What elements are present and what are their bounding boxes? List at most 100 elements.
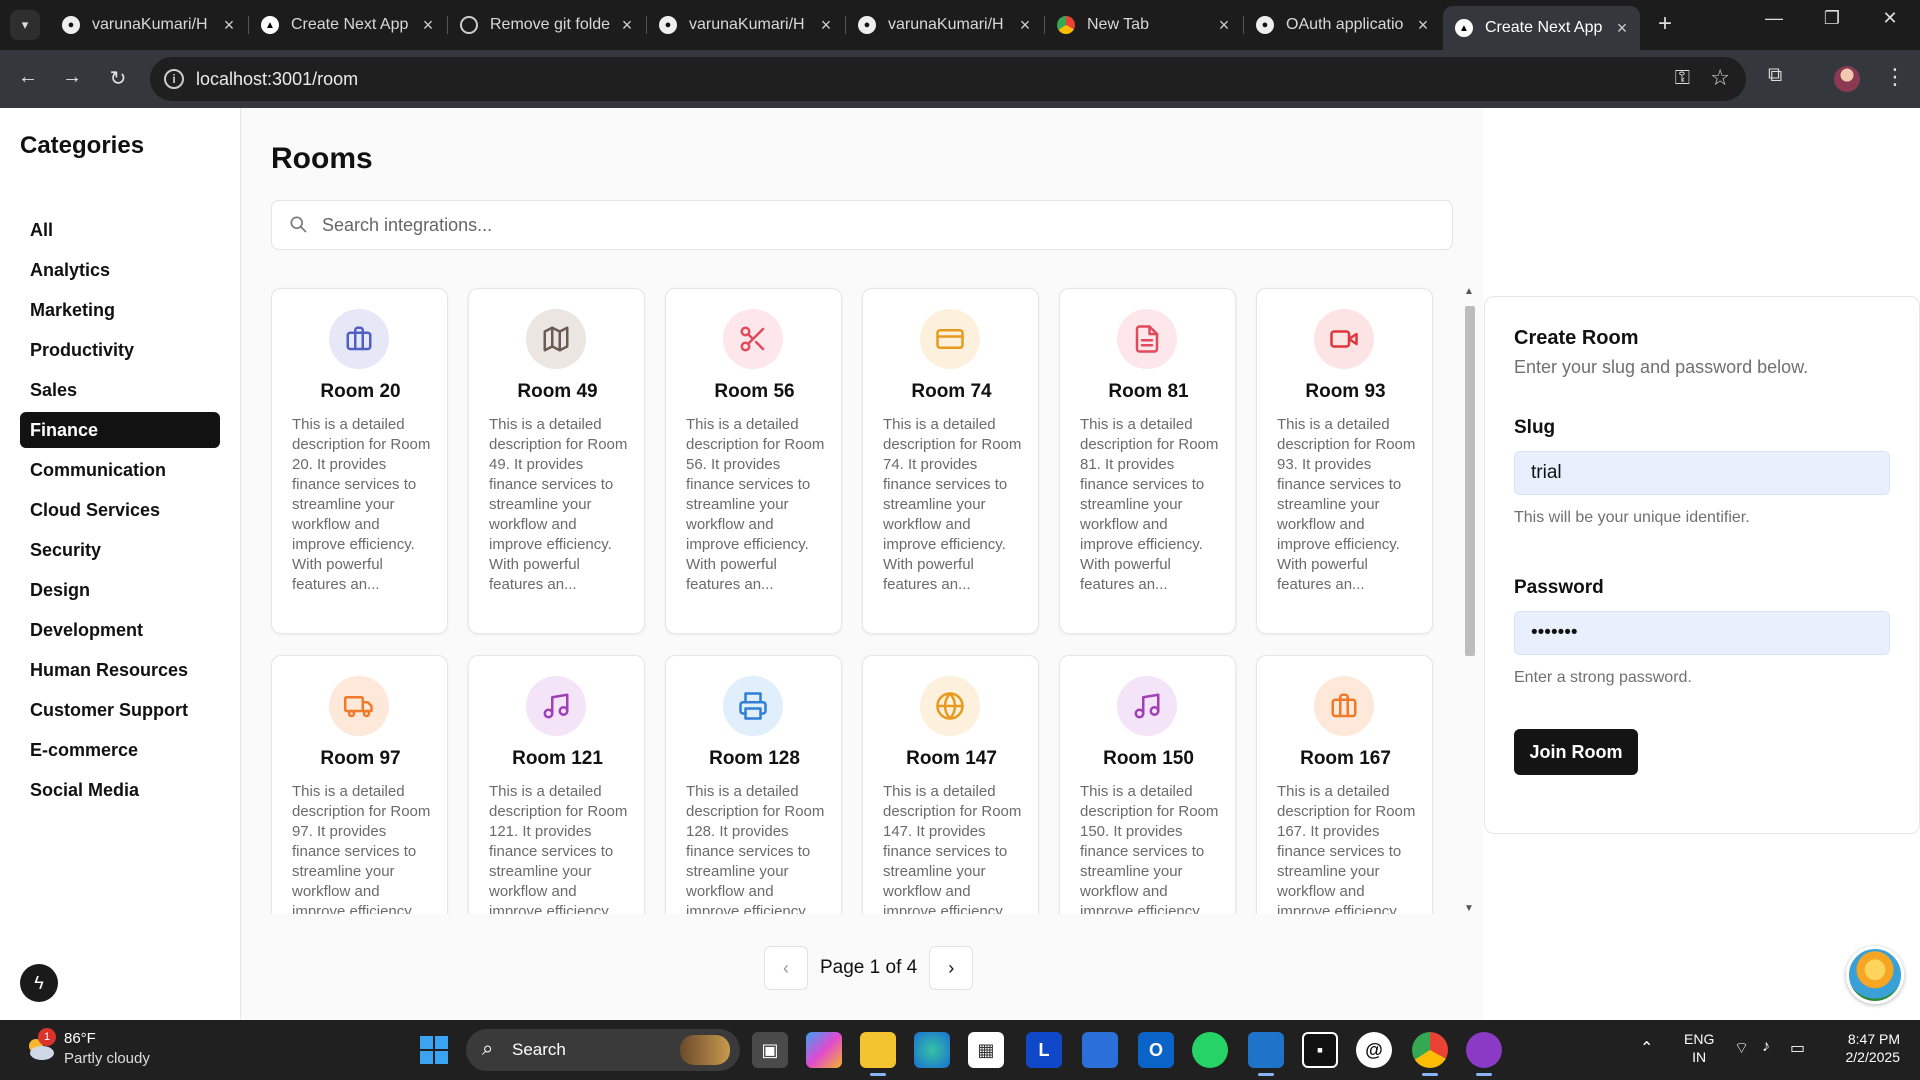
- scroll-down-icon[interactable]: ▼: [1464, 903, 1474, 914]
- task-view-icon[interactable]: ▣: [752, 1032, 788, 1068]
- bolt-icon[interactable]: ϟ: [20, 964, 58, 1002]
- room-card[interactable]: Room 56 This is a detailed description fo…: [665, 288, 842, 634]
- profile-avatar[interactable]: [1834, 66, 1860, 92]
- volume-icon[interactable]: ♪: [1762, 1038, 1770, 1056]
- threads-icon[interactable]: @: [1356, 1032, 1392, 1068]
- search-bar[interactable]: [271, 200, 1453, 250]
- app-l-icon[interactable]: L: [1026, 1032, 1062, 1068]
- floating-assistant-avatar[interactable]: [1846, 946, 1904, 1004]
- weather-condition[interactable]: Partly cloudy: [64, 1050, 150, 1067]
- whatsapp-icon[interactable]: [1192, 1032, 1228, 1068]
- sidebar-item-finance[interactable]: Finance: [20, 412, 220, 448]
- windows-start-icon[interactable]: [420, 1036, 448, 1064]
- scroll-thumb[interactable]: [1465, 306, 1475, 656]
- password-key-icon[interactable]: ⚿: [1675, 67, 1690, 90]
- map-icon: [543, 326, 569, 352]
- room-card[interactable]: Room 74 This is a detailed description fo…: [862, 288, 1039, 634]
- room-card[interactable]: Room 49 This is a detailed description fo…: [468, 288, 645, 634]
- forward-icon[interactable]: →: [58, 66, 86, 89]
- password-field[interactable]: [1514, 611, 1890, 655]
- room-card[interactable]: Room 121 This is a detailed description f…: [468, 655, 645, 914]
- tab-search-button[interactable]: ▾: [10, 10, 40, 40]
- sidebar-item-marketing[interactable]: Marketing: [20, 292, 220, 328]
- browser-tab[interactable]: ● varunaKumari/H ×: [50, 8, 247, 42]
- browser-tab[interactable]: ● OAuth applicatio ×: [1244, 8, 1441, 42]
- copilot-icon[interactable]: [806, 1032, 842, 1068]
- slug-field[interactable]: [1514, 451, 1890, 495]
- sidebar-item-design[interactable]: Design: [20, 572, 220, 608]
- close-tab-icon[interactable]: ×: [619, 15, 635, 36]
- address-bar[interactable]: i localhost:3001/room ⚿ ☆: [150, 57, 1746, 101]
- minimize-icon[interactable]: —: [1754, 8, 1794, 29]
- github-desktop-icon[interactable]: [1466, 1032, 1502, 1076]
- vscode-icon[interactable]: [1248, 1032, 1284, 1076]
- search-input[interactable]: [322, 211, 1422, 239]
- browser-tab[interactable]: ● varunaKumari/H ×: [647, 8, 844, 42]
- browser-tab[interactable]: ▲ Create Next App ×: [1443, 6, 1640, 50]
- battery-icon[interactable]: ▭: [1790, 1038, 1805, 1058]
- rooms-scrollbar[interactable]: ▲ ▼: [1462, 286, 1478, 914]
- close-tab-icon[interactable]: ×: [1216, 15, 1232, 36]
- file-explorer-icon[interactable]: [860, 1032, 896, 1076]
- taskbar-search[interactable]: ⌕ Search: [466, 1029, 740, 1071]
- sidebar-item-all[interactable]: All: [20, 212, 220, 248]
- sidebar-item-development[interactable]: Development: [20, 612, 220, 648]
- browser-tab[interactable]: Remove git folde ×: [448, 8, 645, 42]
- room-card[interactable]: Room 20 This is a detailed description fo…: [271, 288, 448, 634]
- prev-page-button[interactable]: ‹: [764, 946, 808, 990]
- room-card[interactable]: Room 93 This is a detailed description fo…: [1256, 288, 1433, 634]
- site-info-icon[interactable]: i: [164, 69, 184, 89]
- close-tab-icon[interactable]: ×: [420, 15, 436, 36]
- scroll-up-icon[interactable]: ▲: [1464, 286, 1474, 297]
- close-tab-icon[interactable]: ×: [1017, 15, 1033, 36]
- sidebar-item-analytics[interactable]: Analytics: [20, 252, 220, 288]
- sidebar-item-customer-support[interactable]: Customer Support: [20, 692, 220, 728]
- sidebar-item-social-media[interactable]: Social Media: [20, 772, 220, 808]
- sidebar-item-sales[interactable]: Sales: [20, 372, 220, 408]
- weather-temp[interactable]: 86°F: [64, 1030, 96, 1047]
- edge-icon[interactable]: [914, 1032, 950, 1068]
- close-window-icon[interactable]: ✕: [1870, 8, 1910, 29]
- new-tab-button[interactable]: +: [1650, 10, 1680, 38]
- join-room-button[interactable]: Join Room: [1514, 729, 1638, 775]
- room-card[interactable]: Room 167 This is a detailed description f…: [1256, 655, 1433, 914]
- close-tab-icon[interactable]: ×: [818, 15, 834, 36]
- taskbar-search-label: Search: [512, 1040, 566, 1059]
- close-tab-icon[interactable]: ×: [221, 15, 237, 36]
- editor-app-icon[interactable]: [1082, 1032, 1118, 1068]
- menu-kebab-icon[interactable]: ⋮: [1884, 64, 1906, 90]
- browser-tab[interactable]: ● varunaKumari/H ×: [846, 8, 1043, 42]
- chrome-icon[interactable]: [1412, 1032, 1448, 1076]
- sidebar-item-e-commerce[interactable]: E-commerce: [20, 732, 220, 768]
- room-card[interactable]: Room 81 This is a detailed description fo…: [1059, 288, 1236, 634]
- browser-tab[interactable]: ▲ Create Next App ×: [249, 8, 446, 42]
- room-card[interactable]: Room 97 This is a detailed description fo…: [271, 655, 448, 914]
- back-icon[interactable]: ←: [14, 66, 42, 89]
- music-icon: [1134, 693, 1160, 719]
- store-icon[interactable]: ▦: [968, 1032, 1004, 1068]
- outlook-icon[interactable]: O: [1138, 1032, 1174, 1068]
- sidebar-item-human-resources[interactable]: Human Resources: [20, 652, 220, 688]
- wifi-icon[interactable]: ⌔: [1734, 1038, 1749, 1058]
- url-text[interactable]: localhost:3001/room: [196, 69, 358, 90]
- language-indicator[interactable]: ENG IN: [1684, 1030, 1714, 1066]
- extensions-icon[interactable]: ⧉: [1768, 64, 1782, 87]
- notion-icon[interactable]: ▪: [1302, 1032, 1338, 1068]
- tray-chevron-icon[interactable]: ⌃: [1640, 1038, 1653, 1058]
- restore-icon[interactable]: ❐: [1812, 8, 1852, 29]
- sidebar-item-productivity[interactable]: Productivity: [20, 332, 220, 368]
- sidebar-item-communication[interactable]: Communication: [20, 452, 220, 488]
- sidebar-item-cloud-services[interactable]: Cloud Services: [20, 492, 220, 528]
- room-card[interactable]: Room 147 This is a detailed description f…: [862, 655, 1039, 914]
- slug-hint: This will be your unique identifier.: [1514, 509, 1750, 526]
- sidebar-item-security[interactable]: Security: [20, 532, 220, 568]
- reload-icon[interactable]: ↻: [104, 66, 132, 91]
- room-card[interactable]: Room 150 This is a detailed description f…: [1059, 655, 1236, 914]
- close-tab-icon[interactable]: ×: [1614, 18, 1630, 39]
- close-tab-icon[interactable]: ×: [1415, 15, 1431, 36]
- system-clock[interactable]: 8:47 PM 2/2/2025: [1836, 1030, 1901, 1066]
- next-page-button[interactable]: ›: [929, 946, 974, 990]
- bookmark-star-icon[interactable]: ☆: [1710, 65, 1730, 91]
- room-card[interactable]: Room 128 This is a detailed description f…: [665, 655, 842, 914]
- browser-tab[interactable]: New Tab ×: [1045, 8, 1242, 42]
